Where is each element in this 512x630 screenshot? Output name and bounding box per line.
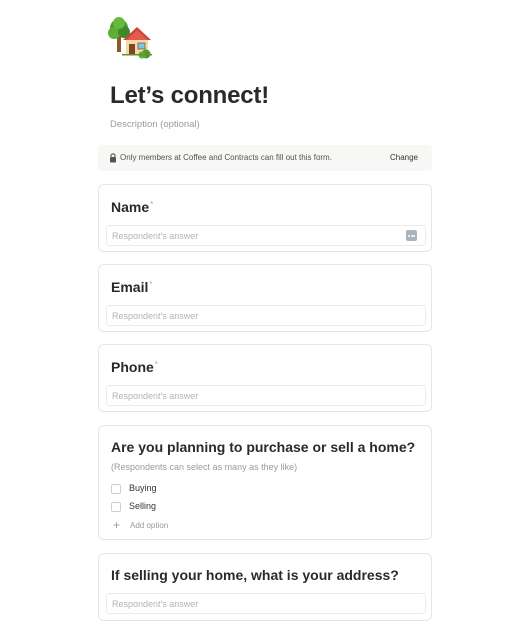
- access-notice: Only members at Coffee and Contracts can…: [98, 145, 432, 171]
- question-title[interactable]: Name*: [111, 199, 153, 215]
- email-answer-input[interactable]: [107, 306, 397, 326]
- question-title-text: Phone: [111, 359, 154, 375]
- answer-field-wrapper: [106, 225, 426, 246]
- option-label: Buying: [129, 483, 157, 493]
- required-mark: *: [150, 200, 154, 209]
- plus-icon: +: [113, 518, 121, 532]
- required-mark: *: [149, 280, 153, 289]
- address-answer-input[interactable]: [107, 594, 397, 614]
- question-card-address[interactable]: If selling your home, what is your addre…: [98, 553, 432, 621]
- required-mark: *: [154, 360, 158, 369]
- form-description[interactable]: Description (optional): [110, 119, 200, 130]
- answer-field-wrapper: [106, 385, 426, 406]
- more-options-icon[interactable]: [406, 230, 417, 241]
- answer-field-wrapper: [106, 593, 426, 614]
- option-label: Selling: [129, 501, 157, 511]
- name-answer-input[interactable]: [107, 226, 397, 246]
- add-option-label: Add option: [130, 521, 169, 530]
- form-title[interactable]: Let’s connect!: [110, 82, 269, 110]
- change-access-button[interactable]: Change: [390, 153, 418, 162]
- access-notice-text: Only members at Coffee and Contracts can…: [120, 153, 332, 162]
- question-title-text: Email: [111, 279, 149, 295]
- question-title[interactable]: Phone*: [111, 359, 158, 375]
- checkbox[interactable]: [111, 484, 121, 494]
- question-title[interactable]: Email*: [111, 279, 152, 295]
- phone-answer-input[interactable]: [107, 386, 397, 406]
- answer-field-wrapper: [106, 305, 426, 326]
- question-card-purchase-or-sell[interactable]: Are you planning to purchase or sell a h…: [98, 425, 432, 540]
- lock-icon: [110, 153, 116, 163]
- question-title[interactable]: Are you planning to purchase or sell a h…: [111, 439, 415, 455]
- question-card-phone[interactable]: Phone*: [98, 344, 432, 412]
- question-title[interactable]: If selling your home, what is your addre…: [111, 567, 399, 583]
- question-card-email[interactable]: Email*: [98, 264, 432, 332]
- house-with-tree-icon[interactable]: [108, 14, 156, 62]
- question-title-text: Name: [111, 199, 150, 215]
- question-card-name[interactable]: Name*: [98, 184, 432, 252]
- checkbox[interactable]: [111, 502, 121, 512]
- question-helper-text: (Respondents can select as many as they …: [111, 462, 298, 472]
